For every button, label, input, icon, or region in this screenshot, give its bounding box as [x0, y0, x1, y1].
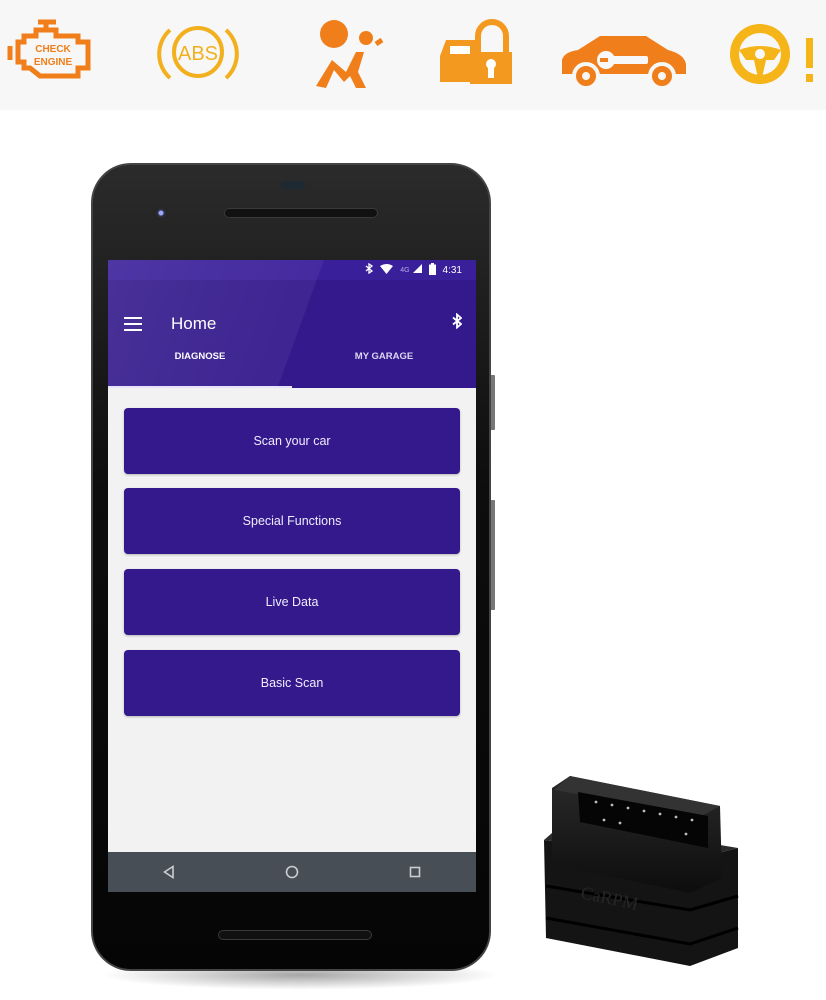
bluetooth-icon [452, 312, 463, 330]
diagnose-actions: Scan your car Special Functions Live Dat… [108, 388, 476, 852]
proximity-sensor [281, 181, 305, 189]
hamburger-menu-icon[interactable] [124, 317, 142, 331]
network-type-label: 4G [400, 266, 410, 274]
signal-icon [412, 264, 422, 276]
nav-home-button[interactable] [272, 852, 312, 892]
live-data-button[interactable]: Live Data [124, 569, 460, 635]
bluetooth-icon [365, 262, 374, 277]
bluetooth-connect-button[interactable] [452, 312, 463, 334]
phone-screen: 4G 4:31 Home DIAGNOSE MY GARAGE Scan you… [108, 260, 476, 892]
page-title: Home [171, 314, 217, 333]
tab-my-garage[interactable]: MY GARAGE [292, 337, 476, 388]
home-circle-icon [285, 865, 299, 879]
obd-dongle-image: CaRPM [540, 768, 750, 978]
bottom-speaker-grille [218, 930, 372, 940]
svg-text:ABS: ABS [178, 43, 218, 65]
recents-square-icon [409, 866, 420, 878]
basic-scan-button[interactable]: Basic Scan [124, 650, 460, 716]
tab-bar: DIAGNOSE MY GARAGE [108, 337, 476, 388]
back-triangle-icon [163, 865, 175, 879]
airbag-icon [306, 12, 386, 92]
warning-icons-strip: CHECK ENGINE ABS [0, 0, 826, 110]
special-functions-button[interactable]: Special Functions [124, 488, 460, 554]
steering-warning-icon [722, 12, 822, 92]
status-bar: 4G 4:31 [108, 260, 476, 280]
wifi-icon [380, 263, 394, 277]
check-engine-icon: CHECK ENGINE [6, 12, 98, 92]
status-time: 4:31 [442, 264, 462, 276]
nav-recents-button[interactable] [395, 852, 435, 892]
nav-back-button[interactable] [149, 852, 189, 892]
tab-diagnose[interactable]: DIAGNOSE [108, 337, 292, 388]
car-service-icon [558, 12, 688, 92]
front-camera [155, 207, 167, 219]
battery-icon [428, 262, 436, 278]
android-navigation-bar [108, 852, 476, 892]
scan-your-car-button[interactable]: Scan your car [124, 408, 460, 474]
svg-text:ENGINE: ENGINE [34, 57, 73, 68]
abs-icon: ABS [156, 12, 240, 92]
svg-text:CHECK: CHECK [35, 44, 71, 55]
top-speaker-grille [224, 208, 378, 218]
car-lock-icon [432, 12, 516, 92]
